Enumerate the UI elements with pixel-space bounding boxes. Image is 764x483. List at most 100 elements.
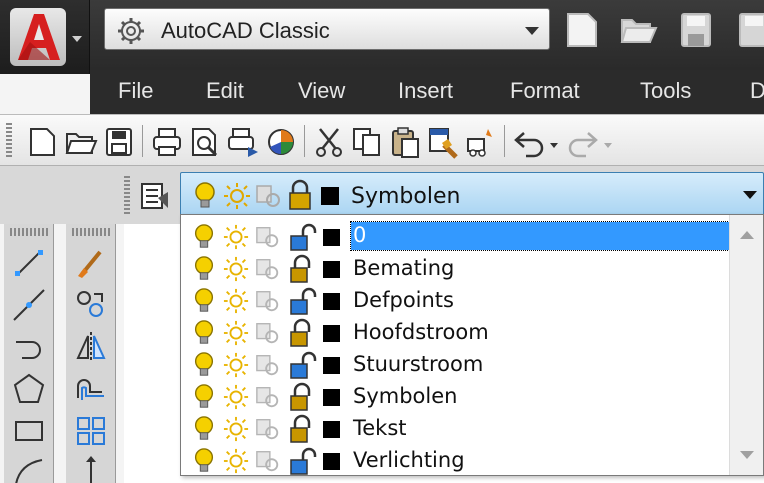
layer-row[interactable]: Symbolen bbox=[181, 381, 731, 413]
layer-row[interactable]: 0 bbox=[181, 221, 732, 253]
menu-tools[interactable]: Tools bbox=[640, 78, 691, 104]
viewport-freeze-icon[interactable] bbox=[255, 352, 281, 378]
paste-icon[interactable] bbox=[388, 125, 424, 159]
block-editor-icon[interactable] bbox=[464, 125, 500, 159]
bulb-icon[interactable] bbox=[191, 351, 217, 379]
plot-icon[interactable] bbox=[150, 125, 186, 159]
sun-icon[interactable] bbox=[223, 256, 249, 282]
menu-insert[interactable]: Insert bbox=[398, 78, 453, 104]
workspace-switcher[interactable]: AutoCAD Classic bbox=[104, 8, 550, 50]
viewport-freeze-icon[interactable] bbox=[255, 416, 281, 442]
menu-bar: File Edit View Insert Format Tools D bbox=[90, 70, 764, 114]
array-icon[interactable] bbox=[74, 414, 108, 448]
lock-icon[interactable] bbox=[289, 382, 317, 412]
publish-icon[interactable] bbox=[226, 125, 262, 159]
chevron-down-icon[interactable] bbox=[604, 143, 612, 148]
save-as-icon[interactable] bbox=[734, 10, 764, 50]
layer-row[interactable]: Stuurstroom bbox=[181, 349, 731, 381]
layer-row[interactable]: Tekst bbox=[181, 413, 731, 445]
layer-row[interactable]: Defpoints bbox=[181, 285, 731, 317]
open-icon[interactable] bbox=[64, 125, 100, 159]
menu-file[interactable]: File bbox=[118, 78, 153, 104]
copy-icon[interactable] bbox=[350, 125, 386, 159]
sun-icon[interactable] bbox=[223, 288, 249, 314]
scrollbar[interactable] bbox=[729, 215, 763, 475]
polygon-icon[interactable] bbox=[12, 372, 46, 406]
toolbar-grip[interactable] bbox=[6, 123, 12, 159]
line-icon[interactable] bbox=[12, 246, 46, 280]
bulb-icon[interactable] bbox=[191, 223, 217, 251]
scroll-up-icon[interactable] bbox=[740, 231, 754, 239]
construction-line-icon[interactable] bbox=[12, 288, 46, 322]
3d-dwf-icon[interactable] bbox=[264, 125, 300, 159]
sun-icon[interactable] bbox=[223, 448, 249, 474]
offset-icon[interactable] bbox=[74, 372, 108, 406]
bulb-icon[interactable] bbox=[191, 287, 217, 315]
arc-icon[interactable] bbox=[12, 454, 46, 483]
new-icon[interactable] bbox=[26, 125, 62, 159]
toolbar-grip[interactable] bbox=[72, 228, 110, 236]
cut-icon[interactable] bbox=[312, 125, 348, 159]
scroll-down-icon[interactable] bbox=[740, 451, 754, 459]
viewport-freeze-icon[interactable] bbox=[255, 256, 281, 282]
sun-icon[interactable] bbox=[223, 320, 249, 346]
bulb-icon[interactable] bbox=[191, 255, 217, 283]
match-properties-icon[interactable] bbox=[426, 125, 462, 159]
lock-icon[interactable] bbox=[289, 414, 317, 444]
color-swatch[interactable] bbox=[323, 421, 340, 438]
polyline-icon[interactable] bbox=[12, 330, 46, 364]
bulb-icon[interactable] bbox=[191, 415, 217, 443]
unlock-icon[interactable] bbox=[289, 446, 317, 476]
unlock-icon[interactable] bbox=[289, 350, 317, 380]
layer-row[interactable]: Verlichting bbox=[181, 445, 731, 477]
open-icon[interactable] bbox=[618, 10, 662, 50]
unlock-icon[interactable] bbox=[289, 222, 317, 252]
lock-icon[interactable] bbox=[289, 254, 317, 284]
layer-row[interactable]: Bemating bbox=[181, 253, 731, 285]
save-icon[interactable] bbox=[102, 125, 138, 159]
mirror-icon[interactable] bbox=[74, 330, 108, 364]
sun-icon[interactable] bbox=[223, 384, 249, 410]
color-swatch[interactable] bbox=[323, 389, 340, 406]
unlock-icon[interactable] bbox=[289, 286, 317, 316]
color-swatch[interactable] bbox=[323, 229, 340, 246]
layer-dropdown[interactable]: Symbolen bbox=[180, 172, 764, 218]
toolbar-grip[interactable] bbox=[124, 176, 130, 214]
menu-view[interactable]: View bbox=[298, 78, 345, 104]
copy-object-icon[interactable] bbox=[74, 288, 108, 322]
viewport-freeze-icon[interactable] bbox=[255, 320, 281, 346]
bulb-icon[interactable] bbox=[191, 447, 217, 475]
layer-row[interactable]: Hoofdstroom bbox=[181, 317, 731, 349]
application-menu-button[interactable] bbox=[0, 0, 90, 74]
bulb-icon[interactable] bbox=[191, 383, 217, 411]
color-swatch[interactable] bbox=[323, 453, 340, 470]
rectangle-icon[interactable] bbox=[12, 414, 46, 448]
color-swatch[interactable] bbox=[323, 357, 340, 374]
new-icon[interactable] bbox=[562, 10, 606, 50]
save-icon[interactable] bbox=[676, 10, 720, 50]
lock-icon[interactable] bbox=[289, 318, 317, 348]
undo-icon[interactable] bbox=[512, 125, 548, 159]
sun-icon[interactable] bbox=[223, 224, 249, 250]
chevron-down-icon[interactable] bbox=[550, 143, 558, 148]
menu-edit[interactable]: Edit bbox=[206, 78, 244, 104]
color-swatch[interactable] bbox=[323, 293, 340, 310]
standard-toolbar bbox=[0, 114, 764, 166]
viewport-freeze-icon[interactable] bbox=[255, 288, 281, 314]
viewport-freeze-icon[interactable] bbox=[255, 224, 281, 250]
color-swatch[interactable] bbox=[323, 325, 340, 342]
plot-preview-icon[interactable] bbox=[188, 125, 224, 159]
menu-draw[interactable]: D bbox=[750, 78, 764, 104]
sun-icon[interactable] bbox=[223, 416, 249, 442]
move-icon[interactable] bbox=[74, 454, 108, 483]
viewport-freeze-icon[interactable] bbox=[255, 448, 281, 474]
redo-icon[interactable] bbox=[566, 125, 602, 159]
erase-icon[interactable] bbox=[74, 246, 108, 280]
toolbar-grip[interactable] bbox=[10, 228, 48, 236]
layer-properties-manager-icon[interactable] bbox=[136, 178, 172, 214]
color-swatch[interactable] bbox=[323, 261, 340, 278]
sun-icon[interactable] bbox=[223, 352, 249, 378]
viewport-freeze-icon[interactable] bbox=[255, 384, 281, 410]
menu-format[interactable]: Format bbox=[510, 78, 580, 104]
bulb-icon[interactable] bbox=[191, 319, 217, 347]
